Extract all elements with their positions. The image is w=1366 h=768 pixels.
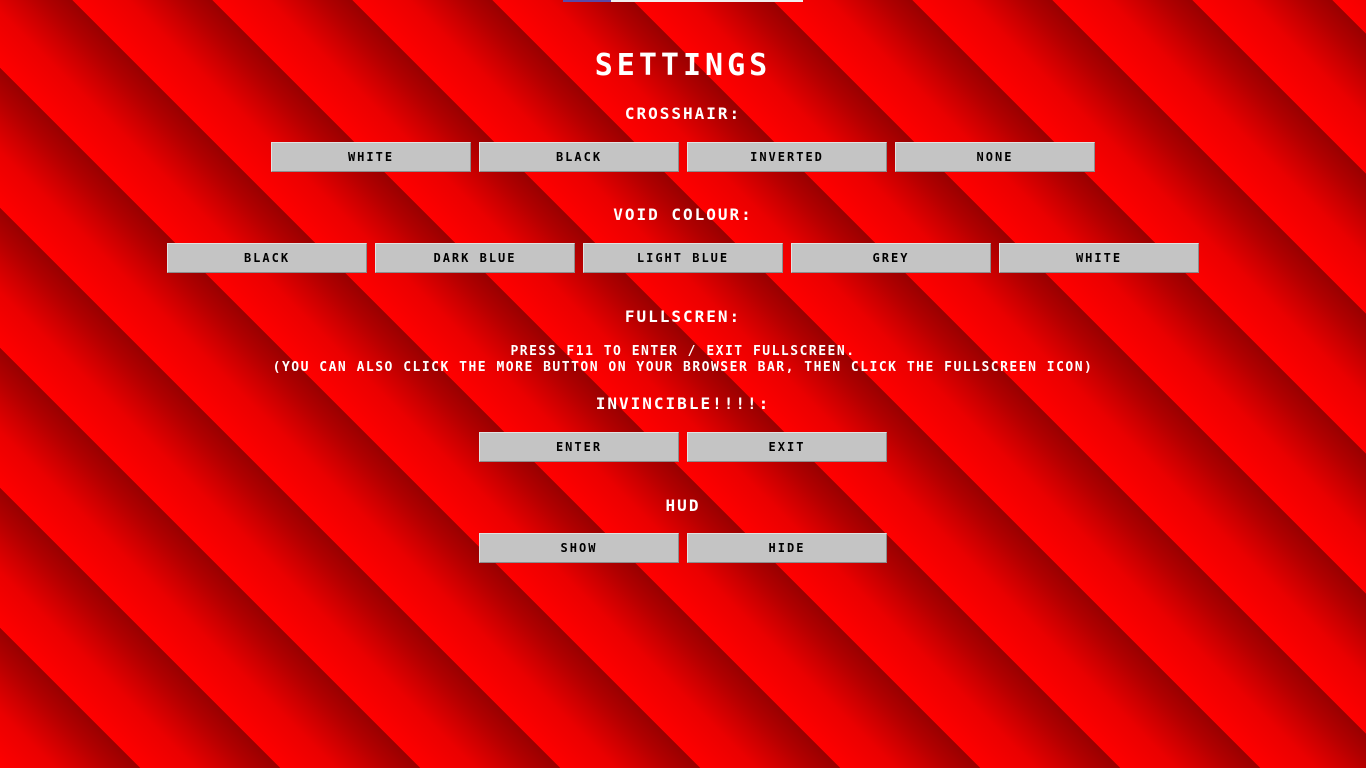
crosshair-black-button[interactable]: BLACK (479, 142, 679, 172)
void-colour-options: BLACK DARK BLUE LIGHT BLUE GREY WHITE (0, 243, 1366, 273)
crosshair-white-button[interactable]: WHITE (271, 142, 471, 172)
crosshair-heading: CROSSHAIR: (624, 104, 742, 123)
void-light-blue-button[interactable]: LIGHT BLUE (583, 243, 783, 273)
top-edge-bar-fill (611, 0, 803, 2)
invincible-options: ENTER EXIT (0, 432, 1366, 462)
crosshair-options: WHITE BLACK INVERTED NONE (0, 142, 1366, 172)
fullscreen-heading: FULLSCREN: (624, 307, 742, 326)
hud-options: SHOW HIDE (0, 533, 1366, 563)
void-colour-heading: VOID COLOUR: (613, 205, 753, 224)
fullscreen-alt-instruction: (YOU CAN ALSO CLICK THE MORE BUTTON ON Y… (272, 360, 1094, 375)
invincible-enter-button[interactable]: ENTER (479, 432, 679, 462)
fullscreen-instruction: PRESS F11 TO ENTER / EXIT FULLSCREEN. (510, 344, 856, 359)
void-grey-button[interactable]: GREY (791, 243, 991, 273)
page-title: SETTINGS (594, 48, 772, 83)
top-edge-bar (563, 0, 803, 2)
hud-show-button[interactable]: SHOW (479, 533, 679, 563)
void-black-button[interactable]: BLACK (167, 243, 367, 273)
hud-hide-button[interactable]: HIDE (687, 533, 887, 563)
hud-heading: HUD (665, 496, 701, 515)
crosshair-inverted-button[interactable]: INVERTED (687, 142, 887, 172)
void-dark-blue-button[interactable]: DARK BLUE (375, 243, 575, 273)
invincible-exit-button[interactable]: EXIT (687, 432, 887, 462)
invincible-heading: INVINCIBLE!!!!: (595, 394, 771, 413)
crosshair-none-button[interactable]: NONE (895, 142, 1095, 172)
top-edge-bar-accent (563, 0, 611, 2)
void-white-button[interactable]: WHITE (999, 243, 1199, 273)
